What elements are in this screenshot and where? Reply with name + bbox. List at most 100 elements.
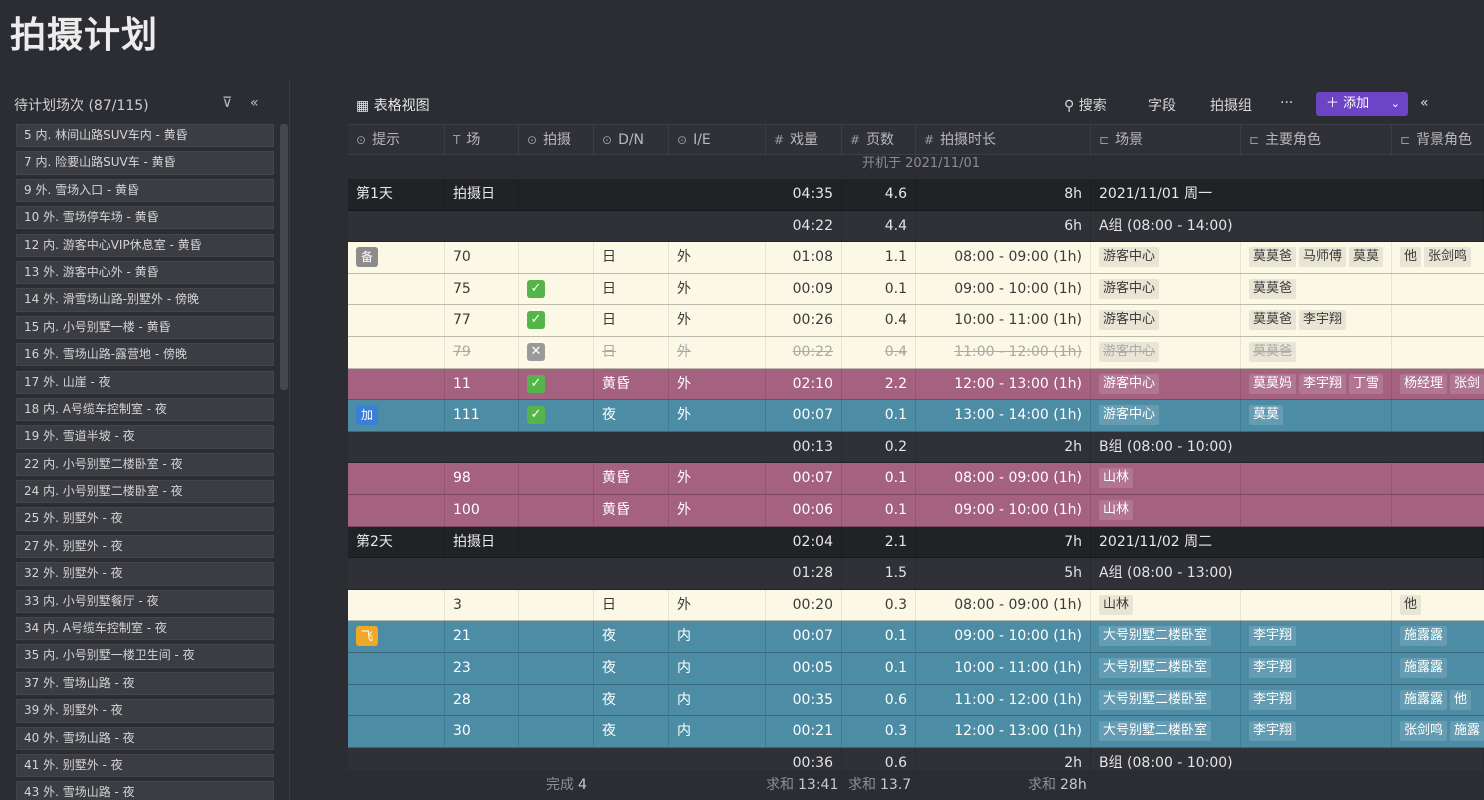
ie-cell[interactable]: 外 [669,336,766,368]
amount-cell[interactable]: 00:06 [766,494,842,526]
scene-cell[interactable]: 28 [445,684,519,716]
location-cell[interactable]: 山林 [1091,463,1241,494]
day-label[interactable]: 第1天 [348,179,445,210]
bg-roles-cell[interactable]: 杨经理 张剑 [1392,369,1484,400]
duration-cell[interactable]: 2h [916,431,1091,463]
double-chevron-left-icon[interactable]: « [250,95,259,111]
location-cell[interactable]: 山林 [1091,589,1241,621]
pages-cell[interactable]: 2.1 [842,526,916,558]
main-roles-cell[interactable] [1241,463,1392,494]
pages-cell[interactable]: 0.6 [842,684,916,716]
dn-cell[interactable]: 夜 [594,716,669,747]
hint-cell[interactable] [348,305,445,336]
location-cell[interactable]: 大号别墅二楼卧室 [1091,621,1241,652]
table-row[interactable]: 77 ✓ 日外 00:26 0.4 10:00 - 11:00 (1h) 游客中心 莫莫爸 李宇… [348,305,1484,337]
bg-roles-cell[interactable]: 他 [1392,590,1484,621]
pages-cell[interactable]: 0.1 [842,652,916,684]
duration-cell[interactable]: 08:00 - 09:00 (1h) [916,589,1091,621]
main-roles-cell[interactable]: 李宇翔 [1241,621,1392,652]
day-type[interactable]: 拍摄日 [445,526,519,558]
pages-cell[interactable]: 0.3 [842,589,916,621]
main-roles-cell[interactable] [1241,494,1392,526]
pages-cell[interactable]: 1.5 [842,558,916,589]
dn-cell[interactable]: 日 [594,305,669,336]
column-header-location[interactable]: ⊏ 场景 [1091,125,1241,156]
main-roles-cell[interactable]: 李宇翔 [1241,652,1392,684]
column-header-scene[interactable]: T场 [445,125,519,156]
shoot-cell[interactable] [519,242,594,273]
main-roles-cell[interactable]: 李宇翔 [1241,716,1392,747]
amount-cell[interactable]: 00:09 [766,273,842,305]
column-header-main-roles[interactable]: ⊏ 主要角色 [1241,125,1392,156]
location-cell[interactable]: 大号别墅二楼卧室 [1091,684,1241,716]
shoot-cell[interactable]: ✕ [519,336,594,368]
duration-cell[interactable]: 5h [916,558,1091,589]
amount-cell[interactable]: 00:20 [766,589,842,621]
column-header-dn[interactable]: ⊙ D/N [594,125,669,156]
list-item[interactable]: 10 外. 雪场停车场 - 黄昏 [16,206,274,230]
pages-cell[interactable]: 0.1 [842,463,916,494]
location-cell[interactable]: 游客中心 [1091,273,1241,305]
bg-roles-cell[interactable] [1392,305,1484,336]
amount-cell[interactable]: 04:22 [766,210,842,242]
table-row[interactable]: 100 黄昏外 00:06 0.1 09:00 - 10:00 (1h) 山林 [348,494,1484,527]
table-row[interactable]: 79 ✕ 日外 00:22 0.4 11:00 - 12:00 (1h) 游客中心 莫莫爸 [348,336,1484,369]
check-icon[interactable]: ✓ [527,374,545,393]
duration-cell[interactable]: 7h [916,526,1091,558]
ie-cell[interactable]: 内 [669,716,766,747]
table-row[interactable]: 11 ✓ 黄昏外 02:10 2.2 12:00 - 13:00 (1h) 游客中心 莫莫妈李… [348,368,1484,401]
bg-roles-cell[interactable]: 他张剑鸣 [1392,242,1484,273]
scene-cell[interactable]: 3 [445,589,519,621]
pages-cell[interactable]: 0.2 [842,431,916,463]
column-header-shoot[interactable]: ⊙ 拍摄 [519,125,594,156]
day-row[interactable]: 第2天 拍摄日 02:04 2.1 7h 2021/11/02 周二 [348,526,1484,559]
check-icon[interactable]: ✓ [527,311,545,330]
list-item[interactable]: 33 内. 小号别墅餐厅 - 夜 [16,589,274,613]
duration-cell[interactable]: 11:00 - 12:00 (1h) [916,336,1091,368]
duration-cell[interactable]: 8h [916,179,1091,210]
list-item[interactable]: 14 外. 滑雪场山路-别墅外 - 傍晚 [16,288,274,312]
list-item[interactable]: 27 外. 别墅外 - 夜 [16,534,274,559]
view-switcher[interactable]: ▦ 表格视图 [356,95,430,115]
shoot-cell[interactable] [519,716,594,747]
table-row[interactable]: 备 70 日外 01:08 1.1 08:00 - 09:00 (1h) 游客中心 莫莫爸 马师… [348,242,1484,274]
chevron-down-icon[interactable]: ⌄ [1391,92,1400,116]
amount-cell[interactable]: 00:07 [766,463,842,494]
amount-cell[interactable]: 02:04 [766,526,842,558]
hint-cell[interactable] [348,652,445,684]
list-item[interactable]: 43 外. 雪场山路 - 夜 [16,781,274,800]
pages-cell[interactable]: 4.6 [842,179,916,210]
table-row[interactable]: 23 夜内 00:05 0.1 10:00 - 11:00 (1h) 大号别墅二楼卧室 李宇… [348,652,1484,685]
list-item[interactable]: 25 外. 别墅外 - 夜 [16,507,274,531]
day-row[interactable]: 第1天 拍摄日 04:35 4.6 8h 2021/11/01 周一 [348,179,1484,211]
bg-roles-cell[interactable] [1392,463,1484,494]
table-row[interactable]: 28 夜内 00:35 0.6 11:00 - 12:00 (1h) 大号别墅二楼卧室 李宇… [348,684,1484,717]
duration-cell[interactable]: 6h [916,210,1091,242]
shoot-cell[interactable] [519,621,594,652]
scene-cell[interactable]: 75 [445,273,519,305]
duration-cell[interactable]: 09:00 - 10:00 (1h) [916,494,1091,526]
pages-cell[interactable]: 2.2 [842,368,916,400]
list-item[interactable]: 19 外. 雪道半坡 - 夜 [16,425,274,449]
location-cell[interactable]: 游客中心 [1091,305,1241,336]
list-item[interactable]: 13 外. 游客中心外 - 黄昏 [16,260,274,285]
amount-cell[interactable]: 00:21 [766,716,842,747]
table-row[interactable]: 飞 21 夜内 00:07 0.1 09:00 - 10:00 (1h) 大号别墅二楼卧室 李… [348,621,1484,653]
scene-cell[interactable]: 23 [445,652,519,684]
day-label[interactable]: 第2天 [348,526,445,558]
amount-cell[interactable]: 01:28 [766,558,842,589]
hint-cell[interactable] [348,716,445,747]
group-row[interactable]: 01:28 1.5 5h A组 (08:00 - 13:00) [348,558,1484,590]
ie-cell[interactable]: 外 [669,589,766,621]
list-item[interactable]: 34 内. A号缆车控制室 - 夜 [16,617,274,641]
group-row[interactable]: 04:22 4.4 6h A组 (08:00 - 14:00) [348,210,1484,243]
search-button[interactable]: ⚲ 搜索 [1064,95,1107,115]
bg-roles-cell[interactable]: 施露露 [1392,621,1484,652]
pages-cell[interactable]: 0.1 [842,400,916,431]
hint-cell[interactable]: 备 [348,242,445,273]
double-chevron-left-icon[interactable]: « [1420,95,1429,111]
location-cell[interactable]: 大号别墅二楼卧室 [1091,716,1241,747]
table-row[interactable]: 75 ✓ 日外 00:09 0.1 09:00 - 10:00 (1h) 游客中心 莫莫爸 [348,273,1484,306]
list-item[interactable]: 40 外. 雪场山路 - 夜 [16,726,274,750]
crew-button[interactable]: 拍摄组 [1210,95,1252,115]
